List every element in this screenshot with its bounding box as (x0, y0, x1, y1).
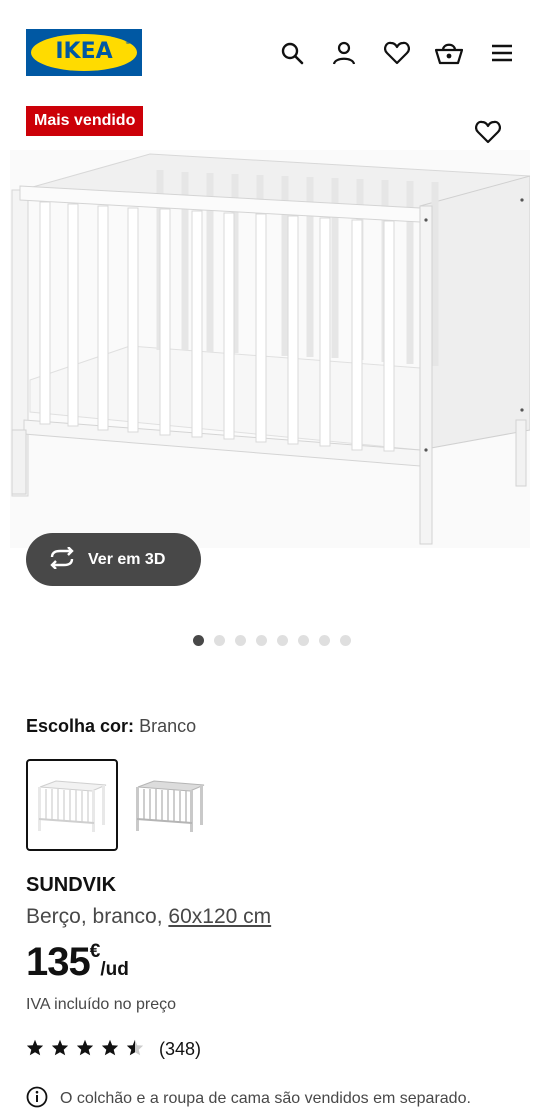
view-in-3d-button[interactable]: Ver em 3D (26, 533, 201, 586)
shopping-bag-icon[interactable] (434, 38, 464, 68)
star-icon (101, 1039, 119, 1060)
product-size-link[interactable]: 60x120 cm (168, 905, 271, 928)
price-integer: 135 (26, 940, 91, 984)
product-rating[interactable]: (348) (26, 1039, 201, 1060)
logo-registered-mark: ® (125, 39, 131, 46)
info-icon (26, 1086, 48, 1112)
favourites-icon[interactable] (382, 38, 412, 68)
ikea-logo[interactable]: IKEA ® (26, 29, 142, 76)
product-image[interactable] (10, 150, 531, 548)
best-seller-badge: Mais vendido (26, 106, 144, 136)
rotate-3d-icon (48, 545, 76, 573)
carousel-dot[interactable] (214, 635, 225, 646)
color-chooser-title: Escolha cor: (26, 716, 135, 736)
carousel-dot[interactable] (319, 635, 330, 646)
half-star-icon (126, 1039, 144, 1060)
product-price: 135€/ud (26, 940, 129, 985)
star-icon (26, 1039, 44, 1060)
price-currency: € (89, 941, 101, 962)
review-count: (348) (159, 1039, 202, 1059)
selected-color-value: Branco (139, 716, 197, 736)
carousel-dot[interactable] (277, 635, 288, 646)
price-unit: /ud (100, 959, 129, 980)
view-in-3d-label: Ver em 3D (88, 550, 166, 568)
color-chooser-label: Escolha cor: Branco (26, 716, 196, 737)
star-icon (76, 1039, 94, 1060)
add-to-favourites-icon[interactable] (472, 116, 504, 148)
menu-icon[interactable] (487, 38, 517, 68)
product-name: SUNDVIK (26, 874, 117, 896)
image-carousel-dots[interactable] (0, 635, 540, 646)
product-description-text: Berço, branco, (26, 905, 169, 928)
carousel-dot[interactable] (298, 635, 309, 646)
carousel-dot[interactable] (340, 635, 351, 646)
white-crib-swatch[interactable] (26, 759, 118, 851)
grey-crib-swatch[interactable] (124, 759, 216, 851)
carousel-dot[interactable] (256, 635, 267, 646)
vat-note: IVA incluído no preço (26, 996, 177, 1013)
notice-text: O colchão e a roupa de cama são vendidos… (60, 1090, 471, 1107)
account-icon[interactable] (329, 38, 359, 68)
star-icon (51, 1039, 69, 1060)
carousel-dot[interactable] (193, 635, 204, 646)
notice-row: O colchão e a roupa de cama são vendidos… (26, 1086, 471, 1112)
carousel-dot[interactable] (235, 635, 246, 646)
search-icon[interactable] (277, 38, 307, 68)
product-description: Berço, branco, 60x120 cm (26, 905, 271, 929)
